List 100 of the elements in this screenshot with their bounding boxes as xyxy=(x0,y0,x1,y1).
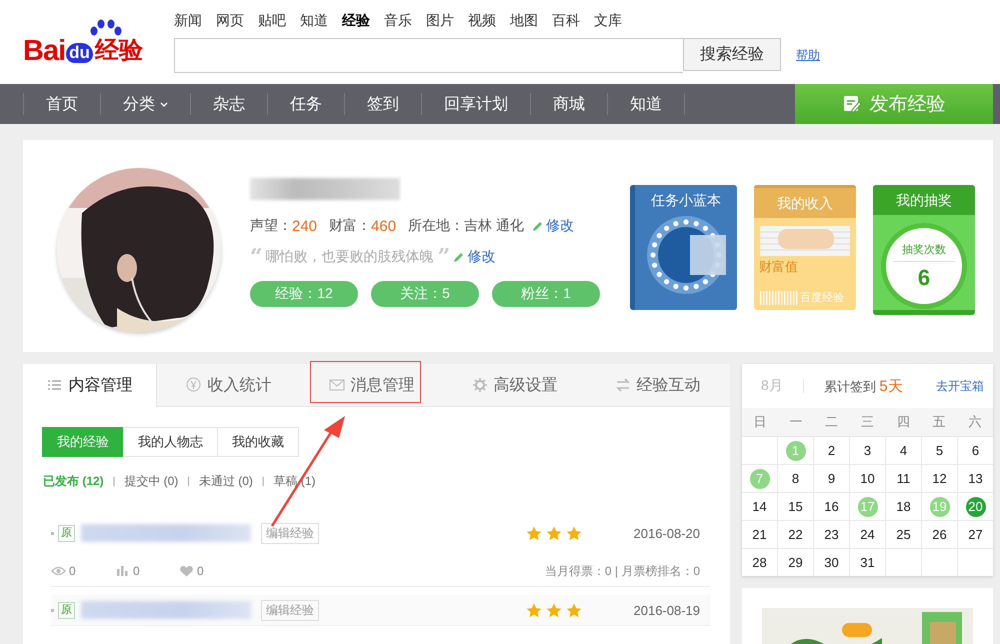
filter-link[interactable]: 未通过 (0) xyxy=(198,473,253,490)
calendar-day[interactable]: 24 xyxy=(850,521,885,548)
task-card[interactable]: 任务小蓝本 xyxy=(630,185,737,310)
nav-item[interactable]: 签到 xyxy=(345,84,421,124)
calendar-day[interactable]: 29 xyxy=(778,549,813,576)
calendar-day[interactable]: 6 xyxy=(958,437,993,464)
stat-label: 声望： xyxy=(250,217,292,235)
nav-item[interactable]: 知道 xyxy=(608,84,684,124)
calendar-day[interactable]: 25 xyxy=(886,521,921,548)
draw-count: 6 xyxy=(918,265,930,291)
edit-link[interactable]: 修改 xyxy=(467,248,496,266)
weekday-label: 二 xyxy=(824,413,840,431)
yen-icon xyxy=(186,377,202,393)
nav-link[interactable]: 图片 xyxy=(426,12,454,38)
separator-text: | xyxy=(187,476,190,487)
date-text: 2016-08-20 xyxy=(634,526,700,540)
nav-item[interactable]: 商城 xyxy=(531,84,607,124)
calendar-day[interactable]: 5 xyxy=(922,437,957,464)
card-title: 我的抽奖 xyxy=(873,185,975,215)
calendar-day[interactable]: 21 xyxy=(742,521,777,548)
nav-link[interactable]: 音乐 xyxy=(384,12,412,38)
calendar-day[interactable]: 12 xyxy=(922,465,957,492)
tab[interactable]: 经验互动 xyxy=(586,364,729,406)
month-label: 8月 xyxy=(761,377,783,395)
edit-link[interactable]: 修改 xyxy=(546,217,574,235)
weekday-label: 一 xyxy=(788,413,804,431)
bar-icon xyxy=(115,565,130,577)
search-field[interactable] xyxy=(174,38,683,73)
calendar-day[interactable]: 13 xyxy=(958,465,993,492)
lottery-card[interactable]: 我的抽奖 抽奖次数 6 xyxy=(873,185,975,315)
weekday-label: 五 xyxy=(932,413,947,431)
nav-link[interactable]: 新闻 xyxy=(174,12,202,38)
original-tag: 原 xyxy=(58,524,75,542)
calendar-day[interactable]: 4 xyxy=(886,437,921,464)
motto-text: 哪怕败，也要败的肢残体魄 xyxy=(266,248,434,266)
calendar-day[interactable]: 11 xyxy=(886,465,921,492)
calendar-day[interactable]: 31 xyxy=(850,549,885,576)
nav-link[interactable]: 网页 xyxy=(216,12,244,38)
chest-link[interactable]: 去开宝箱 xyxy=(936,378,984,394)
eye-icon xyxy=(51,565,66,577)
calendar-day[interactable]: 3 xyxy=(850,437,885,464)
caption-text: 财富值 xyxy=(759,258,798,276)
nav-item[interactable]: 分类 xyxy=(101,84,190,124)
calendar-day[interactable]: 8 xyxy=(778,465,813,492)
signin-total: 累计签到 5天 xyxy=(824,376,903,396)
weekday-label: 日 xyxy=(752,413,768,431)
filter-link[interactable]: 提交中 (0) xyxy=(124,473,178,490)
nav-item[interactable]: 任务 xyxy=(268,84,344,124)
mail-icon xyxy=(328,377,344,393)
weekday-label: 四 xyxy=(896,413,911,431)
quote-mark: ” xyxy=(438,250,450,264)
pencil-icon xyxy=(453,252,464,262)
nav-link[interactable]: 地图 xyxy=(510,12,538,38)
nav-link[interactable]: 百科 xyxy=(552,12,580,38)
logo-badge[interactable]: du xyxy=(66,43,93,63)
count-text: 0 xyxy=(69,564,76,578)
calendar-day[interactable]: 23 xyxy=(814,521,849,548)
calendar-day[interactable]: 28 xyxy=(742,549,777,576)
calendar-day[interactable]: 18 xyxy=(886,493,921,520)
star-icon xyxy=(566,526,582,540)
calendar-day[interactable]: 30 xyxy=(814,549,849,576)
barcode-icon xyxy=(760,290,798,304)
calendar-day[interactable]: 9 xyxy=(814,465,849,492)
nav-link[interactable]: 视频 xyxy=(468,12,496,38)
swap-icon xyxy=(614,377,630,393)
draw-label: 抽奖次数 xyxy=(893,242,955,262)
nav-link[interactable]: 文库 xyxy=(594,12,622,38)
logo-text[interactable]: 经验 xyxy=(94,36,143,66)
vote-stats: 当月得票：0 | 月票榜排名：0 xyxy=(544,562,700,580)
search-button[interactable]: 搜索经验 xyxy=(683,38,781,71)
calendar-day[interactable]: 26 xyxy=(922,521,957,548)
separator-text: | xyxy=(112,476,116,487)
nav-link[interactable]: 贴吧 xyxy=(258,12,286,38)
tab[interactable]: 内容管理 xyxy=(23,364,157,407)
logo-text[interactable]: Bai xyxy=(23,36,66,66)
help-link[interactable]: 帮助 xyxy=(796,47,820,64)
nav-link[interactable]: 知道 xyxy=(300,12,328,38)
weekday-label: 六 xyxy=(968,413,983,431)
tab[interactable]: 收入统计 xyxy=(157,364,300,406)
calendar-day[interactable]: 10 xyxy=(850,465,885,492)
calendar-day[interactable]: 22 xyxy=(778,521,813,548)
calendar-day[interactable]: 27 xyxy=(958,521,993,548)
sub-tab[interactable]: 我的收藏 xyxy=(217,427,299,457)
nav-link[interactable]: 经验 xyxy=(342,12,370,38)
date-text: 2016-08-19 xyxy=(634,602,700,618)
nav-item[interactable]: 杂志 xyxy=(191,84,267,124)
calendar-day[interactable]: 16 xyxy=(814,493,849,520)
calendar-day[interactable]: 15 xyxy=(778,493,813,520)
edit-icon xyxy=(842,95,862,113)
tab[interactable]: 高级设置 xyxy=(443,364,586,406)
count-text: 0 xyxy=(133,564,140,578)
calendar-day[interactable]: 2 xyxy=(814,437,849,464)
sub-tab[interactable]: 我的人物志 xyxy=(123,427,218,457)
nav-item[interactable]: 回享计划 xyxy=(422,84,530,124)
nav-item[interactable]: 首页 xyxy=(24,84,100,124)
footer-text: 百度经验 xyxy=(800,290,844,305)
tab[interactable]: 消息管理 xyxy=(300,364,443,406)
stat-value: 240 xyxy=(292,218,318,234)
stat-value: 460 xyxy=(371,218,396,234)
calendar-day[interactable]: 14 xyxy=(742,493,777,520)
